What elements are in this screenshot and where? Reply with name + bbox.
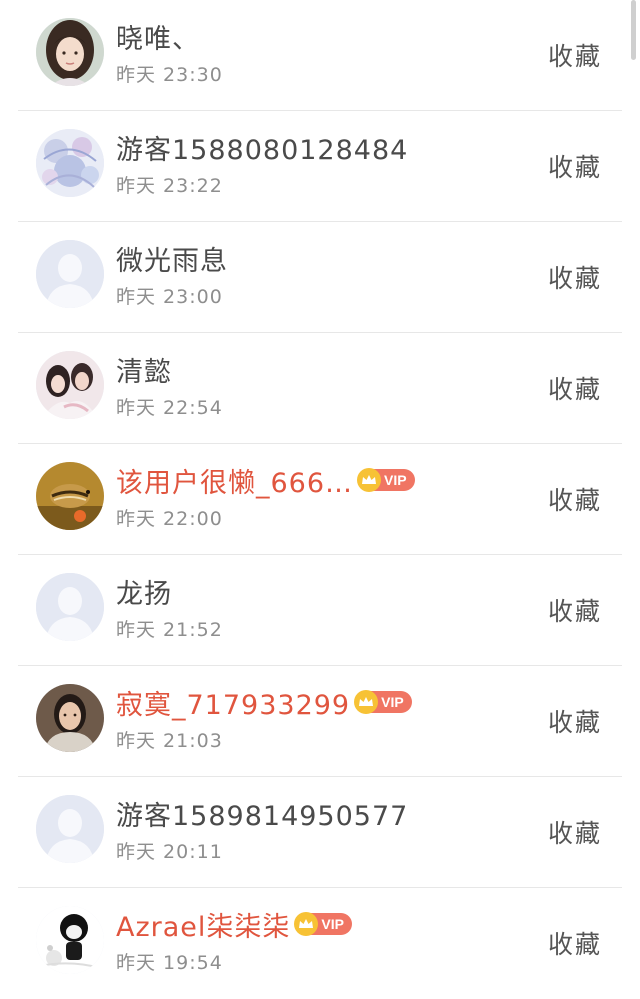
timestamp: 昨天 21:03 [116,730,223,752]
couple-photo-icon [36,351,104,419]
avatar[interactable] [36,795,104,863]
avatar[interactable] [36,906,104,974]
list-item[interactable]: 龙扬 昨天 21:52 收藏 [0,555,640,666]
user-name[interactable]: 寂寞_717933299 [116,683,350,722]
crown-icon [357,468,382,492]
woman-photo-icon [36,684,104,752]
user-name[interactable]: 游客1589814950577 [116,794,408,833]
user-name[interactable]: Azrael柒柒柒 [116,905,290,944]
list-item[interactable]: 游客1588080128484 昨天 23:22 收藏 [0,111,640,222]
default-user-icon [36,795,104,863]
avatar[interactable] [36,240,104,308]
avatar[interactable] [36,129,104,197]
timestamp: 昨天 23:00 [116,286,223,308]
default-user-icon [36,573,104,641]
collect-button[interactable]: 收藏 [548,148,602,184]
list-item[interactable]: 该用户很懒_666… VIP 昨天 22:00 收藏 [0,444,640,555]
vip-badge: VIP [294,912,352,936]
timestamp: 昨天 22:54 [116,397,223,419]
list-item[interactable]: 寂寞_717933299 VIP 昨天 21:03 收藏 [0,666,640,777]
collect-button[interactable]: 收藏 [548,37,602,73]
vip-label: VIP [381,694,404,710]
default-user-icon [36,240,104,308]
timestamp: 昨天 21:52 [116,619,223,641]
cartoon-photo-icon [36,906,104,974]
portrait-photo-icon [36,18,104,86]
avatar[interactable] [36,18,104,86]
collect-button[interactable]: 收藏 [548,259,602,295]
collect-button[interactable]: 收藏 [548,703,602,739]
collect-button[interactable]: 收藏 [548,814,602,850]
timestamp: 昨天 20:11 [116,841,223,863]
crown-icon [294,912,319,936]
collect-button[interactable]: 收藏 [548,370,602,406]
avatar[interactable] [36,573,104,641]
user-name[interactable]: 该用户很懒_666… [116,461,353,500]
user-name[interactable]: 晓唯、 [116,17,200,56]
vip-label: VIP [321,916,344,932]
user-name[interactable]: 微光雨息 [116,239,228,278]
timestamp: 昨天 23:30 [116,64,223,86]
avatar[interactable] [36,462,104,530]
list-item[interactable]: 清懿 昨天 22:54 收藏 [0,333,640,444]
collect-button[interactable]: 收藏 [548,925,602,961]
timestamp: 昨天 23:22 [116,175,223,197]
scrollbar[interactable] [631,0,636,60]
avatar[interactable] [36,684,104,752]
illustration-photo-icon [36,129,104,197]
list-item[interactable]: 游客1589814950577 昨天 20:11 收藏 [0,777,640,888]
collect-button[interactable]: 收藏 [548,592,602,628]
timestamp: 昨天 19:54 [116,952,223,974]
chipmunk-photo-icon [36,462,104,530]
vip-label: VIP [384,472,407,488]
list-item[interactable]: Azrael柒柒柒 VIP 昨天 19:54 收藏 [0,888,640,999]
timestamp: 昨天 22:00 [116,508,223,530]
crown-icon [354,690,379,714]
collect-button[interactable]: 收藏 [548,481,602,517]
user-name[interactable]: 游客1588080128484 [116,128,408,167]
list-item[interactable]: 晓唯、 昨天 23:30 收藏 [0,0,640,111]
vip-badge: VIP [354,690,412,714]
user-name[interactable]: 龙扬 [116,572,172,611]
list-item[interactable]: 微光雨息 昨天 23:00 收藏 [0,222,640,333]
follower-list: 晓唯、 昨天 23:30 收藏 游客1588080128484 昨天 23:22… [0,0,640,999]
avatar[interactable] [36,351,104,419]
vip-badge: VIP [357,468,415,492]
user-name[interactable]: 清懿 [116,350,172,389]
